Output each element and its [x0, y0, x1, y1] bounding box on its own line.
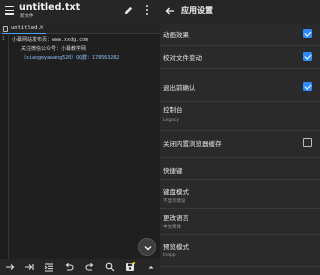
- setting-preview-mode[interactable]: 预览模式 Inapp: [160, 235, 320, 265]
- undo-icon[interactable]: [64, 262, 74, 272]
- code-line: （xiaogeyawang520）QQ群：178563282: [21, 55, 120, 61]
- setting-label: 键盘模式: [163, 188, 189, 196]
- file-icon: [3, 26, 8, 32]
- file-subtitle: 新文件: [20, 14, 34, 19]
- settings-title: 应用设置: [181, 6, 213, 15]
- editor-panel: untitled.txt 新文件 untitled. × 1 小幕网站发布页：w…: [0, 0, 160, 275]
- redo-icon[interactable]: [85, 262, 95, 272]
- more-vertical-icon[interactable]: [144, 5, 149, 17]
- setting-label: 动画效果: [163, 31, 189, 39]
- setting-label: 校对文件变动: [163, 54, 202, 62]
- setting-label: 快捷键: [163, 167, 183, 175]
- arrow-left-icon[interactable]: [165, 6, 175, 16]
- save-icon[interactable]: [125, 262, 135, 272]
- animation-checkbox[interactable]: [303, 29, 312, 38]
- tab-label: untitled.: [11, 25, 41, 31]
- code-line: 关注微信公众号：小幕教学网: [21, 46, 87, 52]
- setting-shortcuts[interactable]: 快捷键: [160, 158, 320, 179]
- setting-confirm-exit[interactable]: 退出前确认: [160, 69, 320, 101]
- setting-language[interactable]: 更改语言 中文简体: [160, 209, 320, 234]
- tab-indent-icon[interactable]: [24, 262, 34, 272]
- pencil-icon[interactable]: [123, 5, 134, 16]
- indent-icon[interactable]: [44, 262, 54, 272]
- setting-value: 不显示建议: [163, 199, 186, 204]
- caret-up-icon[interactable]: [146, 262, 156, 272]
- setting-label: 退出前确认: [163, 84, 196, 92]
- close-icon[interactable]: ×: [39, 24, 44, 31]
- setting-label: 更改语言: [163, 214, 189, 222]
- setting-value: Legacy: [163, 118, 179, 123]
- redo-icon[interactable]: [5, 262, 15, 272]
- file-title: untitled.txt: [19, 2, 81, 13]
- editor-appbar: untitled.txt 新文件: [0, 0, 160, 24]
- setting-animation[interactable]: 动画效果: [160, 24, 320, 45]
- disable-cache-checkbox[interactable]: [303, 138, 312, 147]
- line-number: 1: [2, 36, 6, 42]
- bottom-toolbar: [0, 259, 160, 275]
- tab-bar: untitled. ×: [0, 24, 160, 34]
- setting-disable-browser-cache[interactable]: 关闭内置浏览器缓存: [160, 131, 320, 157]
- setting-label: 关闭内置浏览器缓存: [163, 140, 222, 148]
- setting-keyboard-mode[interactable]: 键盘模式 不显示建议: [160, 180, 320, 208]
- setting-value: 中文简体: [163, 225, 181, 230]
- divider: [160, 266, 320, 267]
- search-icon[interactable]: [105, 262, 115, 272]
- menu-icon[interactable]: [5, 6, 14, 15]
- text-editor[interactable]: 小幕网站发布页：www.xxdg.com 关注微信公众号：小幕教学网 （xiaoge…: [12, 36, 119, 63]
- settings-panel: 应用设置 动画效果 校对文件变动 退出前确认 控制台 Legacy 关闭内置浏览…: [160, 0, 320, 275]
- check-file-changes-checkbox[interactable]: [303, 52, 312, 61]
- settings-appbar: 应用设置: [160, 0, 320, 24]
- chevron-down-icon: [144, 246, 152, 251]
- scroll-down-button[interactable]: [138, 238, 156, 256]
- confirm-exit-checkbox[interactable]: [303, 82, 312, 91]
- setting-value: Inapp: [163, 253, 176, 258]
- setting-label: 预览模式: [163, 243, 189, 251]
- setting-label: 控制台: [163, 106, 183, 114]
- tab-untitled[interactable]: untitled. ×: [2, 24, 46, 34]
- code-line: 小幕网站发布页：www.xxdg.com: [12, 37, 89, 43]
- line-gutter: [0, 35, 9, 259]
- setting-check-file-changes[interactable]: 校对文件变动: [160, 46, 320, 68]
- setting-console[interactable]: 控制台 Legacy: [160, 102, 320, 129]
